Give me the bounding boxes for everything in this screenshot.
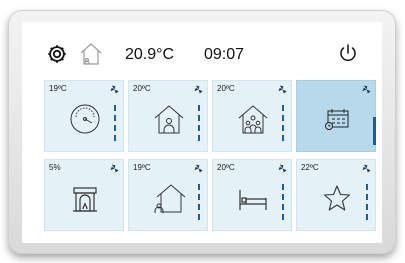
level-indicator — [197, 184, 201, 224]
current-temperature: 20.9°C — [125, 46, 175, 63]
level-indicator — [113, 105, 117, 145]
control-panel-device: 20.9°C 09:07 19ºC 20ºC 20ºC 5% 19ºC 20ºC… — [8, 10, 396, 254]
gear-icon[interactable] — [46, 43, 68, 65]
fan-icon — [194, 164, 203, 173]
mode-tile-home[interactable]: 20ºC — [128, 80, 208, 152]
mode-tile-party[interactable]: 20ºC — [212, 80, 292, 152]
tile-value: 20ºC — [133, 84, 151, 93]
star-icon — [319, 180, 355, 216]
fan-icon — [278, 85, 287, 94]
mode-tile-fireplace[interactable]: 5% — [44, 159, 124, 231]
level-indicator — [365, 184, 369, 224]
fan-icon — [110, 164, 119, 173]
fan-icon — [194, 85, 203, 94]
level-indicator — [197, 105, 201, 145]
level-indicator — [281, 184, 285, 224]
tile-value: 20ºC — [217, 163, 235, 172]
house-away-icon — [151, 180, 187, 216]
touch-screen: 20.9°C 09:07 19ºC 20ºC 20ºC 5% 19ºC 20ºC… — [22, 22, 382, 243]
mode-tile-favorite[interactable]: 22ºC — [296, 159, 376, 231]
tile-value: 20ºC — [217, 84, 235, 93]
mode-tile-auto[interactable]: 19ºC — [44, 80, 124, 152]
mode-tile-sleep[interactable]: 20ºC — [212, 159, 292, 231]
house-family-icon — [235, 101, 271, 137]
active-indicator-bar — [373, 117, 376, 145]
level-indicator — [281, 105, 285, 145]
house-person-icon — [151, 101, 187, 137]
power-icon[interactable] — [338, 43, 358, 63]
tile-value: 5% — [49, 163, 61, 172]
mode-tile-schedule[interactable] — [296, 80, 376, 152]
house-outline-icon[interactable] — [78, 41, 104, 67]
bed-icon — [235, 180, 271, 216]
fan-icon — [278, 164, 287, 173]
calendar-clock-icon — [319, 101, 355, 137]
tile-value: 19ºC — [133, 163, 151, 172]
mode-tile-away[interactable]: 19ºC — [128, 159, 208, 231]
current-time: 09:07 — [204, 46, 245, 63]
tile-value: 19ºC — [49, 84, 67, 93]
fan-icon — [110, 85, 119, 94]
fan-icon — [362, 164, 371, 173]
tile-value: 22ºC — [301, 163, 319, 172]
status-bar: 20.9°C 09:07 — [22, 22, 382, 76]
fan-icon — [362, 85, 371, 94]
speedometer-icon — [67, 101, 103, 137]
fireplace-icon — [67, 180, 103, 216]
